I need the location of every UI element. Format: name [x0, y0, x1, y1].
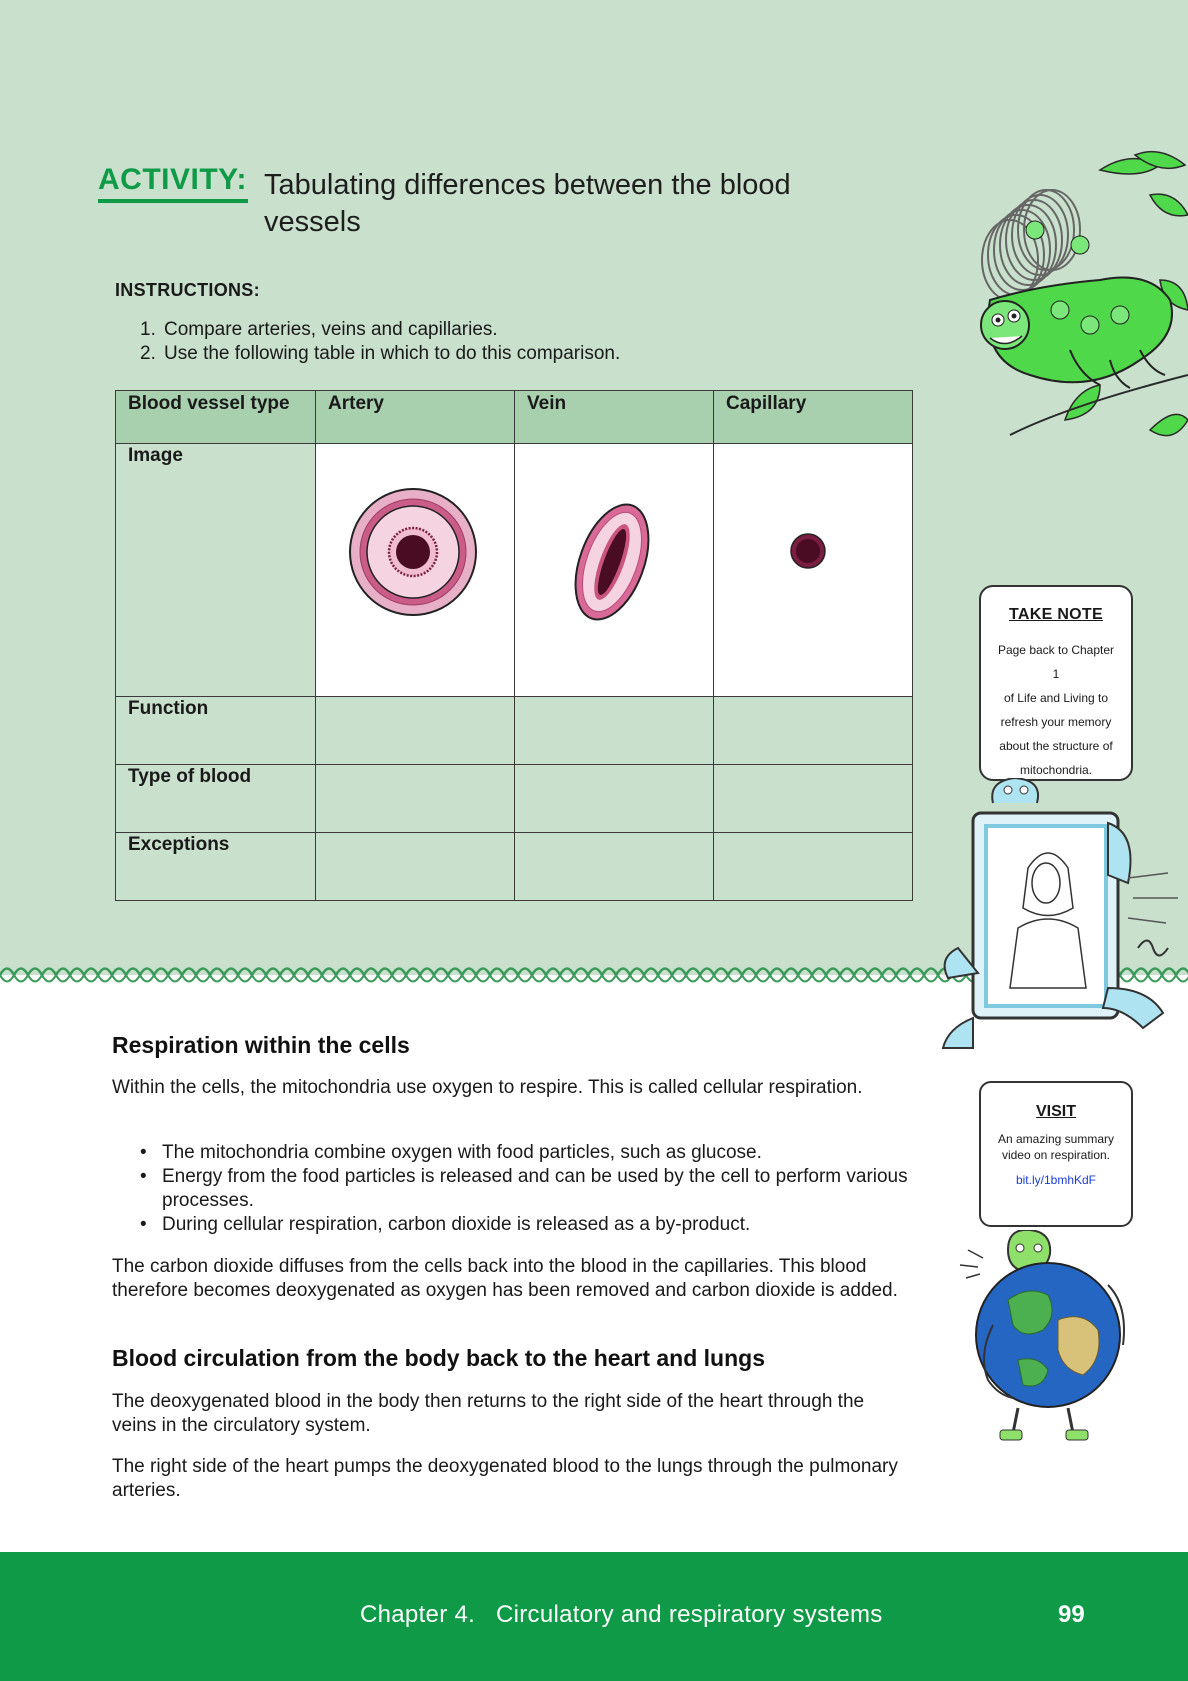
bullet-item: Energy from the food particles is releas…	[140, 1165, 910, 1213]
visit-title: VISIT	[1035, 1103, 1076, 1120]
visit-box: VISIT An amazing summary video on respir…	[979, 1081, 1133, 1227]
bullet-item: During cellular respiration, carbon diox…	[140, 1213, 910, 1237]
section1-bullet-list: The mitochondria combine oxygen with foo…	[140, 1141, 910, 1237]
header-blood-vessel-type: Blood vessel type	[115, 390, 316, 444]
chameleon-slinky-illustration	[980, 150, 1188, 437]
table-cell	[713, 832, 913, 901]
section2-paragraph-1: The deoxygenated blood in the body then …	[112, 1391, 865, 1436]
capillary-cross-section-image	[790, 533, 826, 569]
table-cell	[315, 764, 515, 833]
take-note-body: Page back to Chapter 1 of Life and Livin…	[993, 638, 1119, 782]
instruction-number: 2.	[140, 343, 156, 364]
table-cell	[713, 764, 913, 833]
artery-image-cell	[315, 443, 515, 697]
header-artery: Artery	[315, 390, 515, 444]
table-cell	[713, 696, 913, 765]
section1-outro-paragraph: The carbon dioxide diffuses from the cel…	[112, 1256, 898, 1301]
vein-image-cell	[514, 443, 714, 697]
instructions-heading: INSTRUCTIONS:	[115, 280, 260, 300]
section-heading-blood-circulation: Blood circulation from the body back to …	[112, 1345, 765, 1371]
table-row-function: Function	[115, 696, 913, 765]
take-note-box: TAKE NOTE Page back to Chapter 1 of Life…	[979, 585, 1133, 781]
header-capillary: Capillary	[713, 390, 913, 444]
table-cell	[514, 832, 714, 901]
table-row-image: Image	[115, 443, 913, 697]
footer-chapter-title: Chapter 4. Circulatory and respiratory s…	[360, 1601, 883, 1628]
instructions-list: 1. Compare arteries, veins and capillarie…	[140, 318, 620, 366]
table-row-exceptions: Exceptions	[115, 832, 913, 901]
instruction-item: 1. Compare arteries, veins and capillarie…	[140, 318, 620, 342]
section-heading-respiration: Respiration within the cells	[112, 1032, 410, 1058]
table-cell	[315, 832, 515, 901]
table-cell	[315, 696, 515, 765]
instruction-text: Compare arteries, veins and capillaries.	[164, 319, 498, 340]
visit-link[interactable]: bit.ly/1bmhKdF	[981, 1173, 1131, 1187]
table-cell	[514, 696, 714, 765]
visit-description: An amazing summary video on respiration.	[997, 1132, 1115, 1162]
activity-label: ACTIVITY:	[98, 163, 248, 203]
comparison-table: Blood vessel type Artery Vein Capillary …	[115, 390, 913, 901]
row-label-function: Function	[115, 696, 316, 765]
robot-mirror-illustration	[941, 778, 1178, 1049]
take-note-line: Page back to Chapter 1	[997, 643, 1115, 681]
capillary-image-cell	[713, 443, 913, 697]
table-row-type-of-blood: Type of blood	[115, 764, 913, 833]
row-label-image: Image	[115, 443, 316, 697]
page-number: 99	[1058, 1601, 1085, 1628]
row-label-type-of-blood: Type of blood	[115, 764, 316, 833]
character-holding-earth-illustration	[959, 1230, 1125, 1441]
bullet-item: The mitochondria combine oxygen with foo…	[140, 1141, 910, 1165]
table-cell	[514, 764, 714, 833]
page-footer: Chapter 4. Circulatory and respiratory s…	[0, 1552, 1188, 1681]
instruction-text: Use the following table in which to do t…	[164, 343, 621, 364]
section2-paragraph-2: The right side of the heart pumps the de…	[112, 1456, 898, 1501]
instruction-number: 1.	[140, 319, 156, 340]
activity-title: Tabulating differences between the blood…	[264, 169, 791, 238]
take-note-line: about the structure of	[999, 739, 1113, 753]
instruction-item: 2. Use the following table in which to do…	[140, 342, 620, 366]
artery-cross-section-image	[349, 488, 477, 616]
take-note-line: refresh your memory	[1000, 715, 1112, 729]
header-vein: Vein	[514, 390, 714, 444]
take-note-line: of Life and Living to	[1003, 691, 1109, 705]
table-header-row: Blood vessel type Artery Vein Capillary	[115, 390, 913, 444]
vein-cross-section-image	[574, 503, 650, 621]
take-note-title: TAKE NOTE	[1009, 606, 1103, 623]
section1-intro-paragraph: Within the cells, the mitochondria use o…	[112, 1077, 863, 1098]
row-label-exceptions: Exceptions	[115, 832, 316, 901]
